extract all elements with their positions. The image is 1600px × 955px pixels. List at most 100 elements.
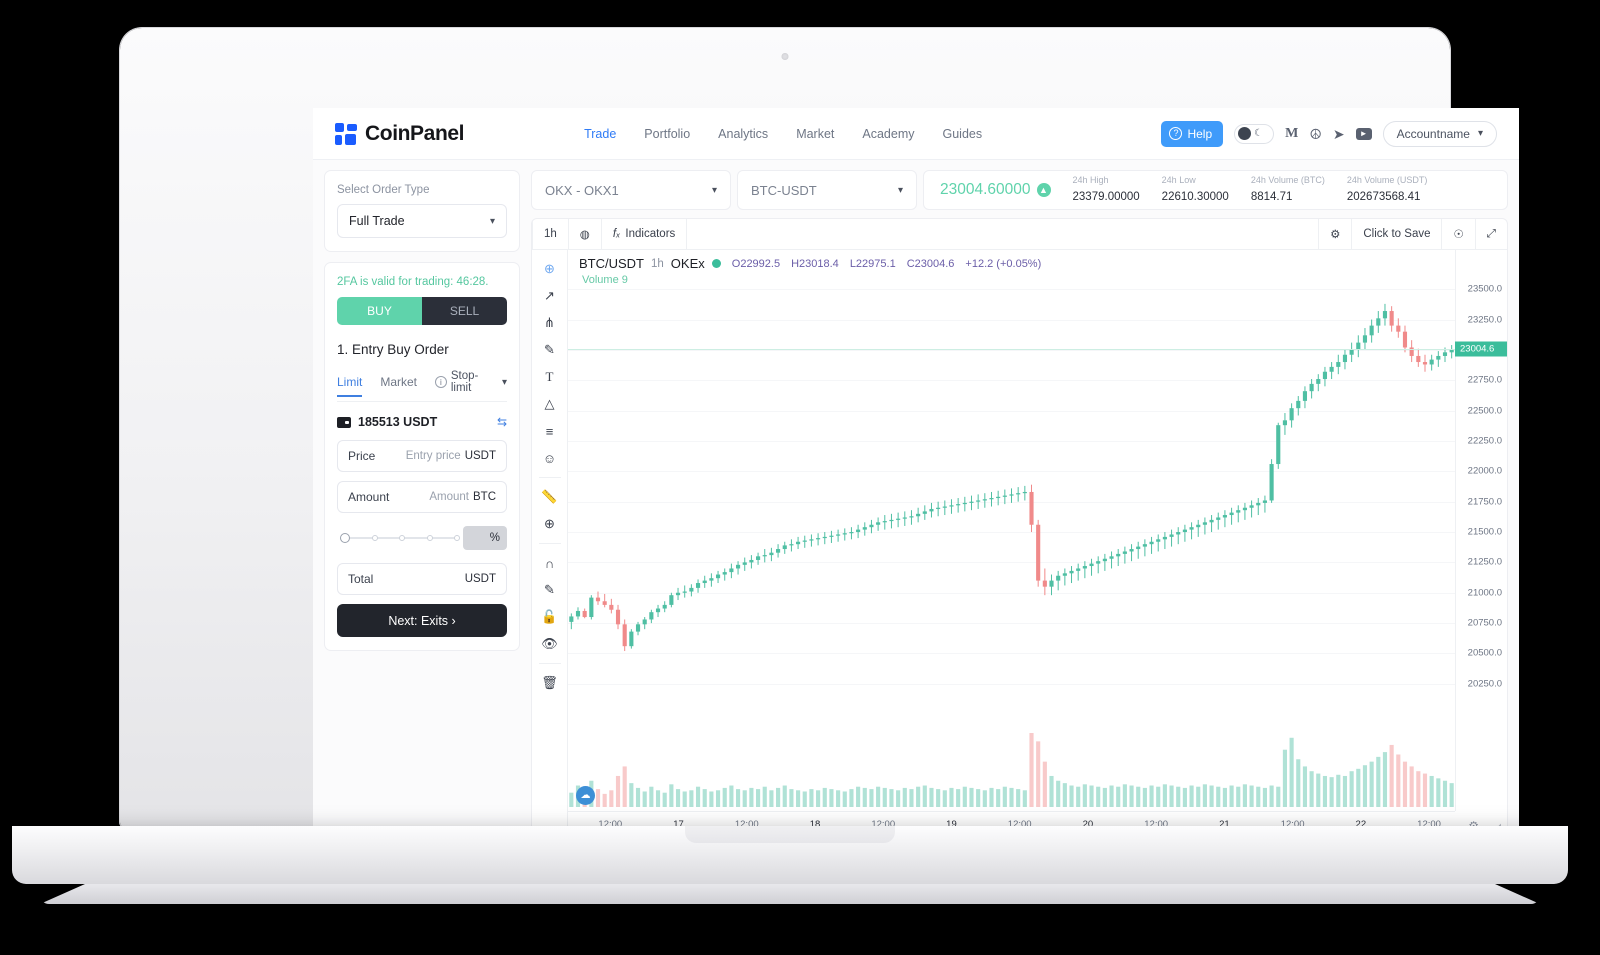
magnet-icon[interactable]: ∩: [536, 550, 564, 576]
slider-handle[interactable]: [340, 533, 350, 543]
amount-label: Amount: [348, 490, 390, 504]
total-unit: USDT: [464, 573, 496, 585]
price-axis-tick: 20250.0: [1467, 678, 1502, 690]
twitter-icon[interactable]: ☮: [1309, 127, 1322, 141]
ruler-icon[interactable]: 📏: [536, 484, 564, 510]
brush-icon[interactable]: ✎: [536, 337, 564, 363]
select-order-type-label: Select Order Type: [337, 184, 430, 196]
trend-line-icon[interactable]: ↗: [536, 283, 564, 309]
lock-icon[interactable]: 🔓: [536, 604, 564, 630]
order-type-select[interactable]: Full Trade ▾: [337, 204, 507, 238]
text-icon[interactable]: T: [536, 364, 564, 390]
sell-tab[interactable]: SELL: [422, 297, 507, 325]
account-menu-button[interactable]: Accountname ▾: [1382, 120, 1497, 147]
fullscreen-icon[interactable]: ⤢: [1476, 219, 1507, 249]
eye-icon[interactable]: 👁: [536, 631, 564, 657]
refresh-balance-icon[interactable]: ⇆: [497, 415, 507, 429]
entry-order-title: 1. Entry Buy Order: [337, 342, 449, 357]
chevron-down-icon: ▾: [489, 215, 495, 227]
chart-toolbar-right: ⚙ Click to Save ☉ ⤢: [1318, 219, 1507, 249]
price-chart[interactable]: BTC/USDT 1h OKEx O22992.5 H23018.4 L2297…: [568, 250, 1507, 837]
buy-sell-toggle: BUY SELL: [337, 297, 507, 325]
price-axis[interactable]: 23500.023250.023000.022750.022500.022250…: [1455, 250, 1507, 811]
amount-input[interactable]: Amount Amount BTC: [337, 481, 507, 513]
price-axis-tick: 21500.0: [1467, 526, 1502, 538]
camera-icon[interactable]: ☉: [1442, 219, 1476, 249]
order-mode-tabs: Limit Market i Stop-limit ▾: [337, 370, 507, 402]
order-type-card: Select Order Type Full Trade ▾: [324, 170, 520, 252]
price-axis-tick: 20500.0: [1467, 647, 1502, 659]
moon-icon: ☾: [1254, 128, 1264, 139]
exchange-select[interactable]: OKX - OKX1 ▾: [531, 170, 731, 210]
slider-tick[interactable]: [454, 535, 460, 541]
balance-row: 185513 USDT ⇆: [337, 415, 507, 429]
laptop-lid: CoinPanel Trade Portfolio Analytics Mark…: [120, 28, 1519, 848]
entry-order-card: 2FA is valid for trading: 46:28. BUY SEL…: [324, 262, 520, 651]
symbol-select[interactable]: BTC-USDT ▾: [737, 170, 917, 210]
tab-market[interactable]: Market: [380, 375, 417, 389]
nav-links: Trade Portfolio Analytics Market Academy…: [584, 127, 982, 141]
toolbar-divider: [538, 663, 561, 664]
percent-input[interactable]: %: [463, 526, 507, 550]
top-navigation-bar: CoinPanel Trade Portfolio Analytics Mark…: [313, 108, 1519, 160]
total-input[interactable]: Total USDT: [337, 563, 507, 595]
interval-button[interactable]: 1h: [532, 219, 569, 249]
save-chart-button[interactable]: Click to Save: [1352, 219, 1443, 249]
ticker-stats: 23004.60000 ▲ 24h High 23379.00000 24h L…: [923, 170, 1508, 210]
forecast-icon[interactable]: ≡: [536, 418, 564, 444]
fib-fork-icon[interactable]: ⋔: [536, 310, 564, 336]
buy-tab[interactable]: BUY: [337, 297, 422, 325]
screenshot-root: CoinPanel Trade Portfolio Analytics Mark…: [0, 0, 1600, 955]
stat-24h-low: 24h Low 22610.30000: [1161, 175, 1229, 203]
chart-panel: 1h ◍ fₓ Indicators ⚙ Click to Save ☉ ⤢ ⊕…: [531, 218, 1508, 838]
price-axis-tick: 21250.0: [1467, 556, 1502, 568]
chart-settings-button[interactable]: ⚙: [1318, 219, 1353, 249]
percent-slider[interactable]: [337, 522, 463, 554]
candlestick-icon[interactable]: ◍: [569, 219, 602, 249]
medium-icon[interactable]: M: [1285, 126, 1298, 141]
help-button[interactable]: ? Help: [1161, 120, 1224, 147]
tab-limit[interactable]: Limit: [337, 375, 363, 397]
nav-link-academy[interactable]: Academy: [862, 127, 914, 141]
youtube-icon[interactable]: ►: [1355, 127, 1372, 140]
twofa-status-text: 2FA is valid for trading: 46:28.: [337, 276, 489, 288]
workspace: Select Order Type Full Trade ▾ 2FA is va…: [313, 160, 1519, 848]
telegram-icon[interactable]: ➤: [1333, 127, 1345, 141]
laptop-foot: [40, 884, 1540, 904]
theme-toggle[interactable]: ☾: [1234, 123, 1275, 144]
nav-link-market[interactable]: Market: [796, 127, 834, 141]
emoji-icon[interactable]: ☺: [536, 445, 564, 471]
crosshair-icon[interactable]: ⊕: [536, 256, 564, 282]
slider-tick[interactable]: [426, 535, 433, 541]
wallet-icon: [337, 416, 351, 428]
zoom-in-icon[interactable]: ⊕: [536, 511, 564, 537]
info-icon: i: [435, 376, 447, 388]
indicators-label: Indicators: [625, 228, 676, 240]
price-axis-tick: 23250.0: [1467, 314, 1502, 326]
volume-legend: Volume 9: [582, 274, 628, 286]
price-axis-tick: 20750.0: [1467, 617, 1502, 629]
nav-link-guides[interactable]: Guides: [943, 127, 983, 141]
nav-link-portfolio[interactable]: Portfolio: [644, 127, 690, 141]
webcam: [781, 53, 789, 60]
price-placeholder: Entry price USDT: [405, 450, 496, 462]
brand-logo[interactable]: CoinPanel: [335, 122, 464, 146]
pattern-icon[interactable]: △: [536, 391, 564, 417]
ohlc-low: L22975.1: [849, 257, 896, 270]
chevron-down-icon: ▾: [1477, 128, 1483, 139]
trash-icon[interactable]: 🗑: [536, 670, 564, 696]
nav-link-trade[interactable]: Trade: [584, 127, 616, 141]
stop-limit-dropdown[interactable]: i Stop-limit ▾: [435, 370, 507, 394]
pencil-lock-icon[interactable]: ✎: [536, 577, 564, 603]
order-type-value: Full Trade: [349, 214, 405, 228]
stat-24h-high: 24h High 23379.00000: [1072, 175, 1140, 203]
screen: CoinPanel Trade Portfolio Analytics Mark…: [313, 108, 1519, 848]
indicators-button[interactable]: fₓ Indicators: [602, 219, 688, 249]
tradingview-logo-icon[interactable]: ☁: [576, 786, 595, 805]
slider-tick[interactable]: [371, 535, 378, 541]
help-label: Help: [1187, 126, 1213, 141]
next-exits-button[interactable]: Next: Exits ›: [337, 604, 507, 637]
price-input[interactable]: Price Entry price USDT: [337, 440, 507, 472]
nav-link-analytics[interactable]: Analytics: [718, 127, 768, 141]
slider-tick[interactable]: [399, 535, 405, 541]
